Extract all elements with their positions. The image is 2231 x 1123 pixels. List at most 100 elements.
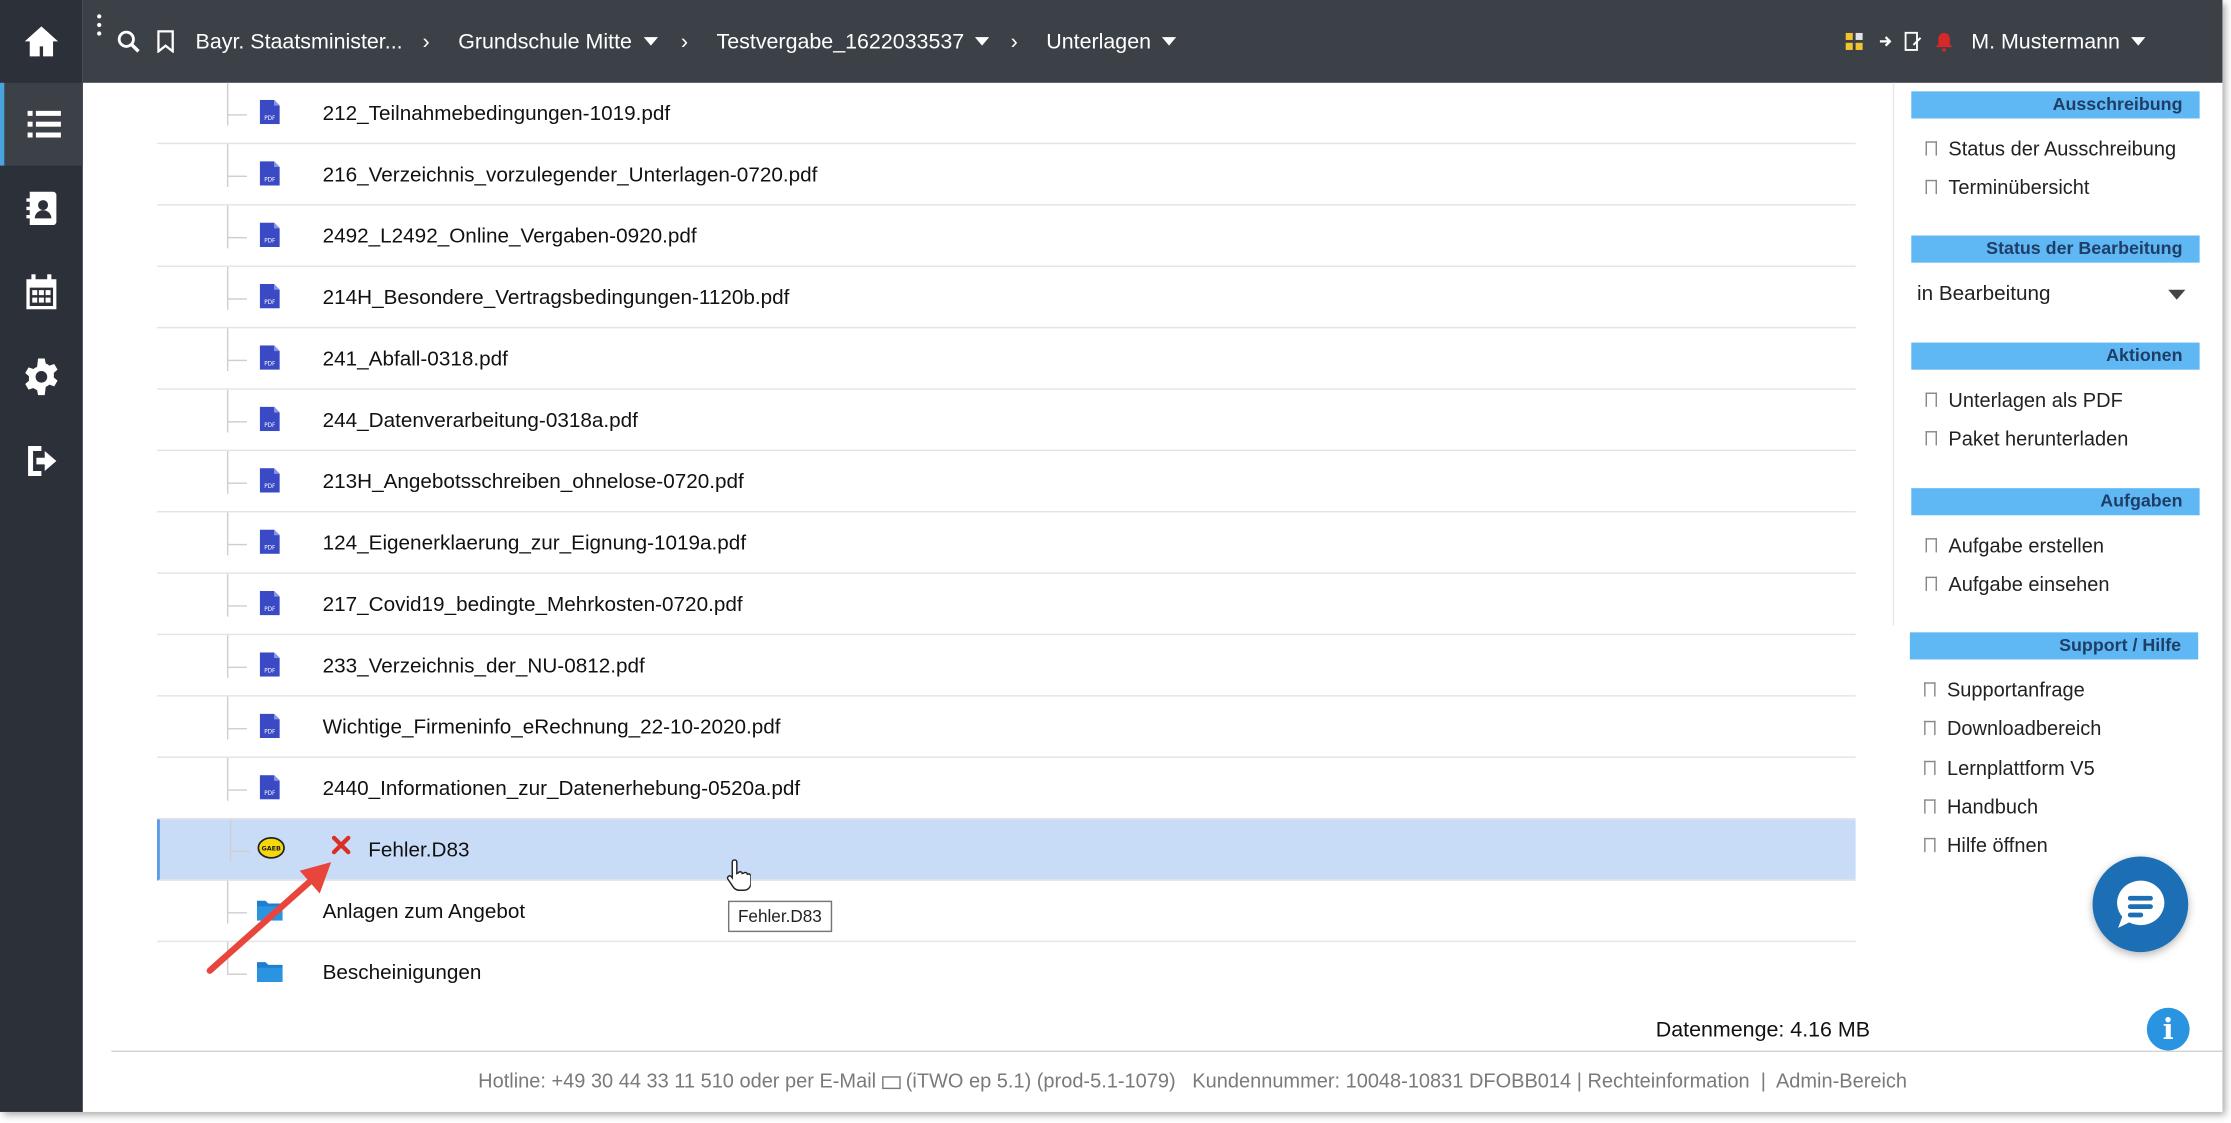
pdf-file-icon: PDF — [259, 99, 280, 125]
arrow-icon[interactable] — [1877, 0, 1894, 83]
link-label: Aufgabe erstellen — [1948, 533, 2104, 557]
breadcrumb-item[interactable]: Grundschule Mitte — [458, 0, 658, 83]
link-unterlagen-pdf[interactable]: Unterlagen als PDF — [1925, 388, 2123, 412]
app-window: Bayr. Staatsminister... › Grundschule Mi… — [0, 0, 2223, 1112]
sidebar — [0, 0, 83, 1112]
chevron-right-icon: › — [680, 29, 689, 54]
tooltip: Fehler.D83 — [727, 900, 832, 933]
link-downloadbereich[interactable]: Downloadbereich — [1924, 716, 2102, 740]
edit-icon[interactable] — [1904, 0, 1923, 83]
document-list: PDF 212_Teilnahmebedingungen-1019.pdf PD… — [111, 82, 1856, 1051]
link-handbuch[interactable]: Handbuch — [1924, 795, 2038, 818]
list-item[interactable]: Anlagen zum Angebot — [157, 880, 1856, 943]
link-status-ausschreibung[interactable]: Status der Ausschreibung — [1925, 137, 2176, 160]
link-hilfe-oeffnen[interactable]: Hilfe öffnen — [1924, 834, 2048, 856]
folder-name: Bescheinigungen — [322, 962, 482, 985]
list-item[interactable]: PDF 217_Covid19_bedingte_Mehrkosten-0720… — [157, 573, 1856, 636]
link-label: Paket herunterladen — [1948, 426, 2129, 450]
breadcrumb-label: Unterlagen — [1046, 29, 1152, 54]
list-item[interactable]: PDF Wichtige_Firmeninfo_eRechnung_22-10-… — [157, 696, 1856, 758]
pdf-file-icon: PDF — [259, 345, 280, 370]
caret-down-icon — [643, 37, 658, 46]
breadcrumb-label: Grundschule Mitte — [458, 29, 632, 54]
contacts-icon[interactable] — [0, 167, 83, 250]
list-item[interactable]: PDF 212_Teilnahmebedingungen-1019.pdf — [157, 82, 1856, 145]
list-item[interactable]: PDF 213H_Angebotsschreiben_ohnelose-0720… — [157, 451, 1856, 513]
rights-link[interactable]: Rechteinformation — [1587, 1069, 1749, 1092]
list-item[interactable]: PDF 233_Verzeichnis_der_NU-0812.pdf — [157, 635, 1856, 697]
list-item[interactable]: PDF 2492_L2492_Online_Vergaben-0920.pdf — [157, 205, 1856, 267]
logout-icon[interactable] — [0, 420, 83, 503]
svg-text:PDF: PDF — [264, 668, 275, 674]
file-name: 213H_Angebotsschreiben_ohnelose-0720.pdf — [322, 471, 744, 494]
list-item[interactable]: PDF 241_Abfall-0318.pdf — [157, 328, 1856, 390]
list-item[interactable]: PDF 124_Eigenerklaerung_zur_Eignung-1019… — [157, 512, 1856, 574]
search-icon[interactable] — [117, 0, 140, 83]
link-label: Downloadbereich — [1946, 716, 2102, 740]
link-paket-herunterladen[interactable]: Paket herunterladen — [1925, 426, 2129, 450]
bookmark-icon — [1924, 837, 1936, 853]
link-label: Unterlagen als PDF — [1948, 388, 2123, 412]
pdf-file-icon: PDF — [259, 775, 280, 800]
hotline-text: Hotline: +49 30 44 33 11 510 oder per E-… — [478, 1069, 877, 1092]
list-item-selected[interactable]: GAEB Fehler.D83 — [157, 819, 1856, 881]
section-header-aufgaben: Aufgaben — [1911, 488, 2200, 516]
mail-icon[interactable] — [881, 1075, 901, 1089]
top-navigation-bar: Bayr. Staatsminister... › Grundschule Mi… — [82, 0, 2223, 83]
more-vertical-icon[interactable] — [97, 14, 102, 40]
svg-text:PDF: PDF — [264, 116, 275, 122]
list-item[interactable]: PDF 214H_Besondere_Vertragsbedingungen-1… — [157, 266, 1856, 329]
breadcrumb-item[interactable]: Bayr. Staatsminister... — [196, 0, 403, 83]
file-name: Wichtige_Firmeninfo_eRechnung_22-10-2020… — [322, 716, 781, 740]
list-item[interactable]: PDF 244_Datenverarbeitung-0318a.pdf — [157, 389, 1856, 452]
user-menu[interactable]: M. Mustermann — [1971, 0, 2146, 83]
link-supportanfrage[interactable]: Supportanfrage — [1924, 678, 2085, 701]
file-name: 244_Datenverarbeitung-0318a.pdf — [322, 409, 638, 433]
link-lernplattform[interactable]: Lernplattform V5 — [1924, 757, 2095, 779]
link-label: Supportanfrage — [1946, 678, 2085, 701]
info-icon[interactable]: i — [2146, 1007, 2190, 1051]
calendar-icon[interactable] — [0, 251, 83, 334]
bookmark-icon — [1925, 179, 1937, 195]
pdf-file-icon: PDF — [259, 222, 280, 247]
settings-icon[interactable] — [0, 335, 83, 418]
bookmark-icon — [1925, 538, 1937, 553]
link-aufgabe-einsehen[interactable]: Aufgabe einsehen — [1925, 572, 2110, 596]
link-aufgabe-erstellen[interactable]: Aufgabe erstellen — [1925, 533, 2104, 557]
status-select[interactable]: in Bearbeitung — [1911, 273, 2199, 316]
svg-text:PDF: PDF — [264, 177, 275, 183]
file-name: 214H_Besondere_Vertragsbedingungen-1120b… — [322, 286, 790, 310]
svg-text:PDF: PDF — [264, 423, 275, 429]
bookmark-icon[interactable] — [157, 0, 174, 83]
section-header-aktionen: Aktionen — [1911, 342, 2200, 370]
link-label: Aufgabe einsehen — [1948, 572, 2110, 596]
breadcrumb-item[interactable]: Unterlagen — [1046, 0, 1177, 83]
notification-icon[interactable] — [1935, 0, 1953, 83]
svg-text:PDF: PDF — [264, 484, 275, 490]
svg-text:PDF: PDF — [264, 791, 275, 797]
version-text: (iTWO ep 5.1) (prod-5.1-1079) — [905, 1069, 1176, 1092]
list-item[interactable]: Bescheinigungen — [157, 942, 1856, 1003]
home-icon[interactable] — [0, 0, 83, 83]
breadcrumb-item[interactable]: Testvergabe_1622033537 — [717, 0, 990, 83]
chevron-right-icon: › — [422, 29, 430, 54]
bookmark-icon — [1925, 141, 1937, 156]
svg-text:PDF: PDF — [264, 730, 275, 736]
list-item[interactable]: PDF 216_Verzeichnis_vorzulegender_Unterl… — [157, 144, 1856, 206]
apps-icon[interactable] — [1845, 0, 1863, 83]
footer-text: Hotline: +49 30 44 33 11 510 oder per E-… — [478, 1069, 1908, 1092]
link-terminuebersicht[interactable]: Terminübersicht — [1925, 175, 2090, 199]
section-header-status: Status der Bearbeitung — [1911, 235, 2200, 263]
bookmark-icon — [1924, 799, 1936, 814]
list-icon[interactable] — [0, 82, 83, 166]
pdf-file-icon: PDF — [259, 713, 280, 738]
link-label: Terminübersicht — [1948, 175, 2090, 199]
footer: Hotline: +49 30 44 33 11 510 oder per E-… — [111, 1050, 2223, 1112]
pdf-file-icon: PDF — [259, 406, 280, 432]
admin-link[interactable]: Admin-Bereich — [1776, 1069, 1907, 1092]
chat-button[interactable] — [2092, 856, 2189, 953]
file-name: 216_Verzeichnis_vorzulegender_Unterlagen… — [322, 164, 818, 187]
svg-text:PDF: PDF — [264, 239, 275, 245]
list-item[interactable]: PDF 2440_Informationen_zur_Datenerhebung… — [157, 757, 1856, 820]
pdf-file-icon: PDF — [259, 161, 280, 186]
